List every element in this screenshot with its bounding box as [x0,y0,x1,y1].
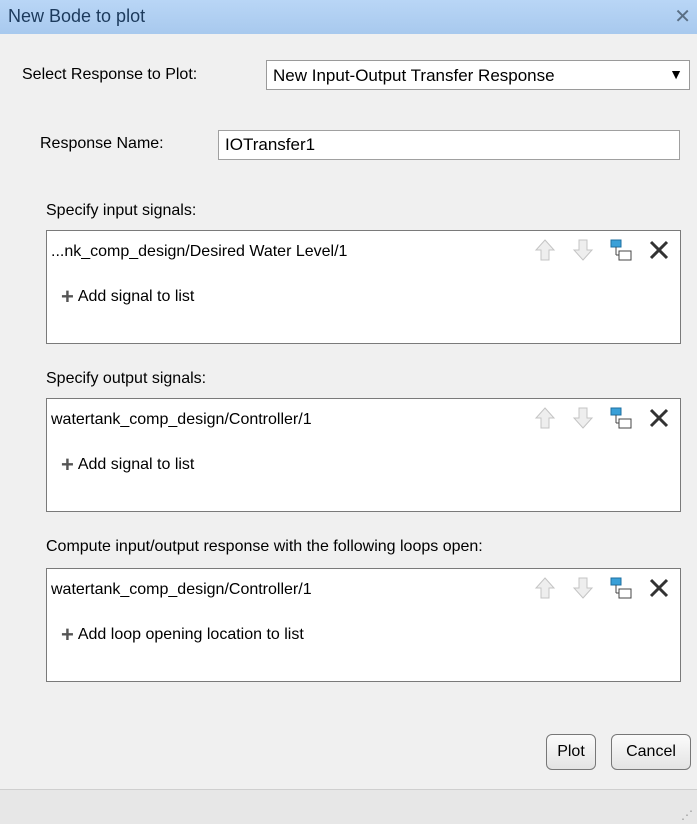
select-from-model-icon[interactable] [608,405,634,431]
input-signals-label: Specify input signals: [46,202,197,219]
output-signals-label: Specify output signals: [46,370,207,387]
list-item[interactable]: ...nk_comp_design/Desired Water Level/1 [51,243,347,261]
select-response-label: Select Response to Plot: [22,66,198,83]
response-name-input[interactable] [218,130,680,160]
move-down-icon[interactable] [570,237,596,263]
add-loop-opening-button[interactable]: + Add loop opening location to list [61,624,304,646]
add-signal-label: Add signal to list [77,288,195,305]
move-up-icon[interactable] [532,575,558,601]
move-up-icon[interactable] [532,237,558,263]
list-item[interactable]: watertank_comp_design/Controller/1 [51,581,312,599]
close-icon[interactable]: ✕ [674,4,691,29]
plus-icon: + [61,622,74,647]
add-signal-button[interactable]: + Add signal to list [61,454,194,476]
title-bar: New Bode to plot ✕ [0,0,697,34]
response-name-label: Response Name: [40,135,164,152]
plus-icon: + [61,452,74,477]
move-down-icon[interactable] [570,405,596,431]
move-down-icon[interactable] [570,575,596,601]
response-type-select[interactable]: New Input-Output Transfer Response ▼ [266,60,690,90]
resize-grip-icon[interactable]: ⋰ [681,808,693,822]
move-up-icon[interactable] [532,405,558,431]
delete-icon[interactable] [646,575,672,601]
select-from-model-icon[interactable] [608,237,634,263]
plot-button[interactable]: Plot [546,734,596,770]
window-title: New Bode to plot [8,6,146,26]
input-signals-list[interactable]: ...nk_comp_design/Desired Water Level/1 … [46,230,681,344]
delete-icon[interactable] [646,405,672,431]
select-from-model-icon[interactable] [608,575,634,601]
add-loop-opening-label: Add loop opening location to list [77,626,304,643]
cancel-button[interactable]: Cancel [611,734,691,770]
output-signals-list[interactable]: watertank_comp_design/Controller/1 + Add… [46,398,681,512]
response-type-value: New Input-Output Transfer Response [273,66,555,85]
loop-openings-list[interactable]: watertank_comp_design/Controller/1 + Add… [46,568,681,682]
status-bar: ⋰ [0,789,697,824]
chevron-down-icon: ▼ [669,66,683,82]
add-signal-button[interactable]: + Add signal to list [61,286,194,308]
plus-icon: + [61,284,74,309]
delete-icon[interactable] [646,237,672,263]
loop-openings-label: Compute input/output response with the f… [46,538,483,555]
list-item[interactable]: watertank_comp_design/Controller/1 [51,411,312,429]
add-signal-label: Add signal to list [77,456,195,473]
